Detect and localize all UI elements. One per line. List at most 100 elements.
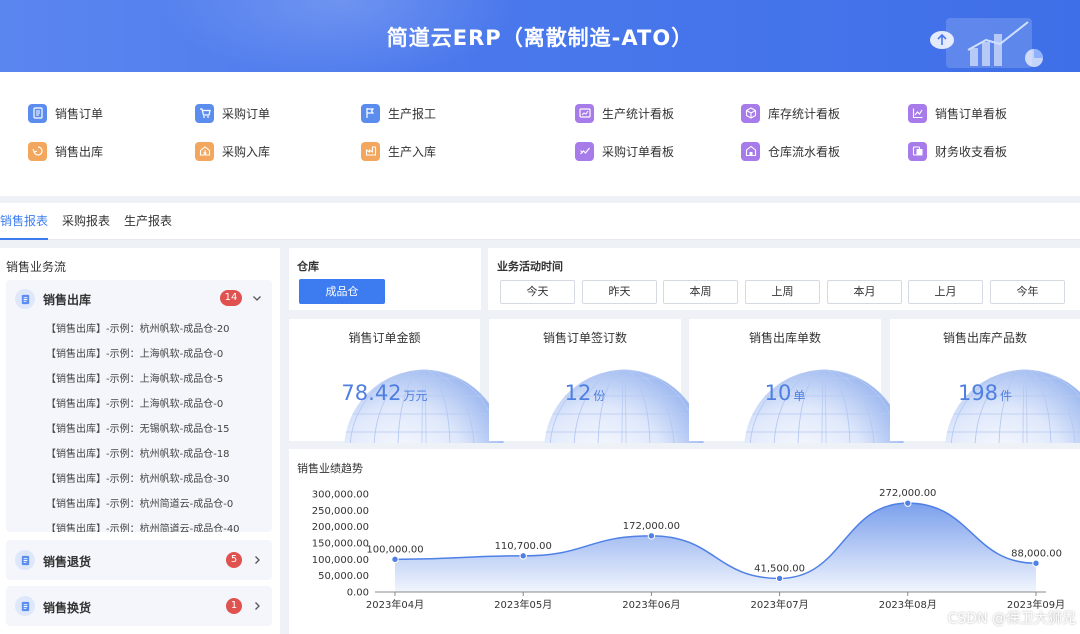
data-point[interactable] <box>904 499 912 507</box>
kpi-unit: 份 <box>593 389 606 403</box>
document-icon <box>15 550 35 570</box>
x-tick-label: 2023年04月 <box>366 598 424 611</box>
quick-link-label: 采购订单 <box>222 106 271 121</box>
quick-link-label: 销售订单看板 <box>935 106 1008 121</box>
kpi-number: 10 <box>764 381 792 405</box>
x-tick-label: 2023年06月 <box>622 598 680 611</box>
y-tick-label: 250,000.00 <box>312 506 369 517</box>
list-item[interactable]: 【销售出库】-示例：上海帆软-成品仓-0 <box>46 345 223 360</box>
quick-link-label: 生产报工 <box>388 106 437 121</box>
cloud-analytics-illustration <box>930 18 1043 68</box>
kpi-unit: 件 <box>1000 389 1013 403</box>
quick-link-purchase-dashboard[interactable]: 采购订单看板 <box>575 140 674 162</box>
time-option-last-month[interactable]: 上月 <box>908 280 983 304</box>
sales-flow-panel: 销售业务流 销售出库 14 【销售出库】-示例：杭州帆软-成品仓-20 【销售出… <box>0 248 280 634</box>
kpi-title: 销售出库产品数 <box>942 331 1027 345</box>
kpi-title: 销售出库单数 <box>748 331 821 345</box>
warehouse-filter-label: 仓库 <box>297 260 319 273</box>
kpi-card-order-count: 销售订单签订数 12 份 <box>489 319 704 443</box>
time-option-today[interactable]: 今天 <box>500 280 575 304</box>
kpi-unit: 单 <box>793 389 806 403</box>
time-filter-label: 业务活动时间 <box>497 260 563 273</box>
kpi-value: 78.42 万元 <box>289 381 480 405</box>
data-point[interactable] <box>391 555 399 564</box>
kpi-number: 78.42 <box>341 381 402 405</box>
cart-icon <box>195 103 214 123</box>
quick-link-label: 库存统计看板 <box>768 106 841 121</box>
group-header-sales-return[interactable]: 销售退货 5 <box>6 540 272 580</box>
list-item[interactable]: 【销售出库】-示例：上海帆软-成品仓-0 <box>46 395 223 410</box>
time-option-this-week[interactable]: 本周 <box>663 280 738 304</box>
chevron-right-icon[interactable] <box>251 600 263 612</box>
count-badge: 5 <box>226 552 242 568</box>
time-option-yesterday[interactable]: 昨天 <box>582 280 657 304</box>
warehouse-icon <box>741 141 760 161</box>
app-banner: 简道云ERP（离散制造-ATO） <box>0 0 1080 72</box>
kpi-card-outbound-products: 销售出库产品数 198 件 <box>890 319 1080 443</box>
series-area <box>395 503 1036 592</box>
group-header-sales-outbound[interactable]: 销售出库 14 <box>6 280 272 316</box>
group-sales-exchange: 销售换货 1 <box>6 586 272 626</box>
kpi-number: 12 <box>564 381 592 405</box>
trend-icon <box>575 141 594 161</box>
list-item[interactable]: 【销售出库】-示例：杭州简道云-成品仓-40 <box>46 520 240 532</box>
tab-sales-report[interactable]: 销售报表 <box>0 203 49 240</box>
outbound-icon <box>28 141 47 161</box>
y-tick-label: 0.00 <box>347 588 369 599</box>
list-item[interactable]: 【销售出库】-示例：杭州帆软-成品仓-20 <box>46 320 230 335</box>
x-tick-label: 2023年08月 <box>879 598 937 611</box>
warehouse-option-finished-goods[interactable]: 成品仓 <box>299 279 385 304</box>
tab-purchase-report[interactable]: 采购报表 <box>62 203 110 240</box>
data-label: 88,000.00 <box>1011 548 1062 559</box>
quick-link-production-dashboard[interactable]: 生产统计看板 <box>575 102 674 124</box>
time-option-last-week[interactable]: 上周 <box>745 280 820 304</box>
document-icon <box>15 289 35 309</box>
quick-link-inventory-dashboard[interactable]: 库存统计看板 <box>741 102 840 124</box>
quick-link-sales-outbound[interactable]: 销售出库 <box>28 140 103 162</box>
list-item[interactable]: 【销售出库】-示例：杭州帆软-成品仓-30 <box>46 470 230 485</box>
quick-link-sales-order[interactable]: 销售订单 <box>28 102 103 124</box>
chevron-down-icon[interactable] <box>251 292 263 304</box>
quick-link-finance-dashboard[interactable]: 财务收支看板 <box>908 140 1007 162</box>
data-label: 272,000.00 <box>879 488 936 499</box>
quick-link-label: 销售出库 <box>55 144 104 159</box>
data-point[interactable] <box>647 532 656 540</box>
list-item[interactable]: 【销售出库】-示例：杭州简道云-成品仓-0 <box>46 495 233 510</box>
quick-link-warehouse-dashboard[interactable]: 仓库流水看板 <box>741 140 840 162</box>
time-filter-card: 业务活动时间 今天 昨天 本周 上周 本月 上月 今年 <box>488 248 1080 310</box>
warehouse-filter-card: 仓库 成品仓 <box>289 248 481 310</box>
quick-link-label: 采购入库 <box>222 144 271 159</box>
kpi-value: 10 单 <box>689 381 881 405</box>
data-point[interactable] <box>519 552 527 560</box>
tab-production-report[interactable]: 生产报表 <box>124 203 172 240</box>
quick-link-purchase-order[interactable]: 采购订单 <box>195 102 270 124</box>
list-item[interactable]: 【销售出库】-示例：无锡帆软-成品仓-15 <box>46 420 230 435</box>
data-label: 172,000.00 <box>623 521 680 532</box>
list-item[interactable]: 【销售出库】-示例：上海帆软-成品仓-5 <box>46 370 223 385</box>
count-badge: 14 <box>220 290 242 306</box>
report-tabs: 销售报表 采购报表 生产报表 <box>0 203 1080 240</box>
quick-link-production-inbound[interactable]: 生产入库 <box>361 140 436 162</box>
chevron-right-icon[interactable] <box>251 554 263 566</box>
kpi-card-outbound-orders: 销售出库单数 10 单 <box>689 319 904 443</box>
app-title: 简道云ERP（离散制造-ATO） <box>386 26 694 50</box>
group-header-sales-exchange[interactable]: 销售换货 1 <box>6 586 272 626</box>
y-tick-label: 100,000.00 <box>312 555 369 566</box>
box-icon <box>741 103 760 123</box>
finance-icon <box>908 141 927 161</box>
kpi-unit: 万元 <box>403 389 428 403</box>
quick-link-sales-order-dashboard[interactable]: 销售订单看板 <box>908 102 1007 124</box>
quick-link-production-report[interactable]: 生产报工 <box>361 102 436 124</box>
group-label: 销售换货 <box>43 601 92 615</box>
group-label: 销售出库 <box>43 293 92 307</box>
time-option-this-month[interactable]: 本月 <box>827 280 902 304</box>
data-point[interactable] <box>1032 559 1040 567</box>
time-option-this-year[interactable]: 今年 <box>990 280 1065 304</box>
quick-link-purchase-inbound[interactable]: 采购入库 <box>195 140 270 162</box>
data-point[interactable] <box>775 574 784 583</box>
kpi-value: 12 份 <box>489 381 681 405</box>
y-tick-label: 50,000.00 <box>318 571 369 582</box>
dashboard-icon <box>575 103 594 123</box>
count-badge: 1 <box>226 598 242 614</box>
list-item[interactable]: 【销售出库】-示例：杭州帆软-成品仓-18 <box>46 445 230 460</box>
